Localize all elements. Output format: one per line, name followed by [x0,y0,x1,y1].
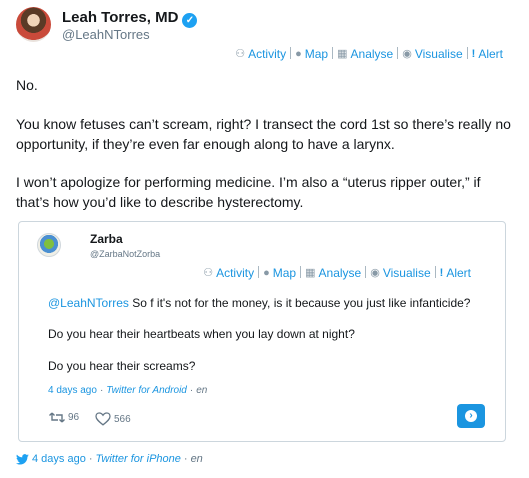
quoted-author-name[interactable]: Zarba [90,232,123,246]
analyse-button[interactable]: ▦ Analyse [305,266,361,280]
quoted-text-line: Do you hear their screams? [48,359,196,373]
tweet-lang: en [190,453,203,465]
author-name-row[interactable]: Leah Torres, MD ✓ [62,9,198,28]
map-label: Map [304,47,329,61]
eye-icon: ◉ [370,267,380,279]
retweet-button[interactable]: 96 [49,412,79,423]
heart-icon [95,412,111,426]
toolbar-divider [290,47,292,59]
toolbar-divider [300,266,302,278]
author-avatar[interactable] [16,7,51,42]
tweet-paragraph: No. [16,77,38,93]
mention-link[interactable]: @LeahNTorres [48,296,129,310]
exclamation-icon: ! [439,267,444,279]
quoted-meta: 4 days ago · Twitter for Android · en [48,385,207,396]
activity-label: Activity [216,265,255,280]
person-icon: ⚇ [235,48,246,60]
activity-button[interactable]: ⚇ Activity [235,47,286,61]
toolbar-divider [397,47,399,59]
table-icon: ▦ [305,267,316,279]
meta-dot: · [99,385,104,396]
alert-label: Alert [478,47,503,61]
tweet-paragraph: I won’t apologize for performing medicin… [16,174,481,210]
tweet-meta: 4 days ago · Twitter for iPhone · en [16,453,203,465]
table-icon: ▦ [337,48,348,60]
visualise-button[interactable]: ◉ Visualise [402,47,462,61]
quoted-text-rest: So f it's not for the money, is it becau… [128,296,471,310]
like-count: 566 [114,413,131,425]
alert-label: Alert [446,266,471,280]
person-icon: ⚇ [203,267,214,279]
retweet-count: 96 [68,412,80,423]
twitter-bird-icon[interactable] [16,453,29,465]
tweet-timestamp[interactable]: 4 days ago [32,453,86,465]
map-button[interactable]: ● Map [295,47,328,61]
quoted-timestamp[interactable]: 4 days ago [48,385,97,396]
map-label: Map [272,266,297,280]
author-name[interactable]: Leah Torres, MD [62,9,178,26]
alert-button[interactable]: ! Alert [440,266,471,280]
quoted-tweet-card[interactable]: Zarba @ZarbaNotZorba @LeahNTorres So f i… [18,221,506,442]
quoted-author-avatar[interactable] [37,233,61,257]
visualise-label: Visualise [382,265,431,280]
meta-dot: · [189,385,194,396]
toolbar-divider [466,47,468,59]
exclamation-icon: ! [471,48,476,60]
quoted-lang: en [196,385,208,396]
eye-icon: ◉ [402,48,412,60]
quoted-toolbar: ⚇ Activity ● Map ▦ Analyse ◉ Visualise! Alert [203,265,471,281]
open-tweet-button[interactable]: › [457,404,485,428]
activity-label: Activity [248,46,287,61]
visualise-button[interactable]: ◉ Visualise [370,266,430,280]
analyse-button[interactable]: ▦ Analyse [337,47,393,61]
meta-dot: · [183,453,188,465]
verified-badge-icon: ✓ [182,13,198,28]
toolbar-divider [332,47,334,59]
tweet-paragraph: You know fetuses can’t scream, right? I … [16,116,511,152]
toolbar-divider [434,266,436,278]
tweet-source: Twitter for iPhone [95,453,181,465]
tweet-toolbar: ⚇ Activity ● Map ▦ Analyse ◉ Visualise! Alert [235,46,503,62]
meta-dot: · [88,453,93,465]
analyse-label: Analyse [350,46,394,61]
map-button[interactable]: ● Map [263,266,296,280]
retweet-icon [49,412,65,423]
analyse-label: Analyse [318,265,362,280]
quoted-text-line: @LeahNTorres So f it's not for the money… [48,296,470,310]
quoted-text-line: Do you hear their heartbeats when you la… [48,327,355,341]
quoted-source: Twitter for Android [106,385,187,396]
activity-button[interactable]: ⚇ Activity [203,266,254,280]
globe-icon: ● [295,48,302,60]
alert-button[interactable]: ! Alert [472,47,503,61]
toolbar-divider [365,266,367,278]
visualise-label: Visualise [414,46,463,61]
like-button[interactable]: 566 [95,412,131,426]
quoted-author-handle[interactable]: @ZarbaNotZorba [90,249,160,259]
globe-icon: ● [263,267,270,279]
arrow-circle-icon: › [465,410,477,422]
author-handle[interactable]: @LeahNTorres [62,27,150,42]
toolbar-divider [258,266,260,278]
